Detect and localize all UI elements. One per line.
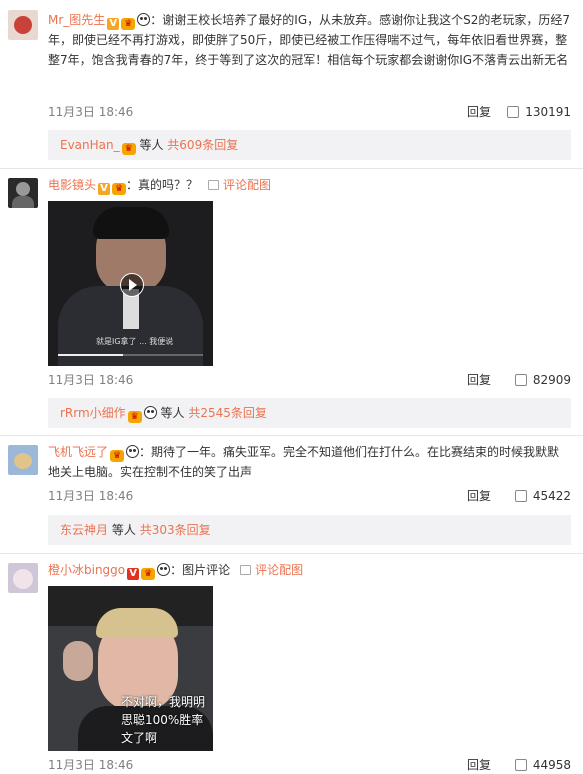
divider [0,435,583,436]
panda-icon [126,445,140,458]
reply-button[interactable]: 回复 [467,371,491,389]
verified-icon: V [107,18,120,30]
reply-button[interactable]: 回复 [467,103,491,121]
crown-icon: ♛ [121,143,136,155]
thumbs-up-icon [514,759,527,771]
reply-suffix: 等人 [111,523,136,537]
comment-username[interactable]: 电影镜头 [48,178,96,192]
reply-user[interactable]: rRrm小细作 [60,406,126,420]
verified-icon: V [127,568,140,580]
reply-count-link[interactable]: 共2545条回复 [188,406,267,420]
reply-preview[interactable]: rRrm小细作 ♛ 等人 共2545条回复 [48,398,571,428]
panda-icon [143,406,157,419]
thumbs-up-icon [507,106,520,118]
reply-preview[interactable]: EvanHan_ ♛ 等人 共609条回复 [48,130,571,160]
reply-button[interactable]: 回复 [467,487,491,505]
avatar[interactable] [8,563,38,593]
crown-icon: ♛ [127,411,142,423]
reply-user[interactable]: EvanHan_ [60,138,120,152]
divider [0,553,583,554]
avatar[interactable] [8,10,38,40]
crown-icon: ♛ [121,18,136,30]
video-thumbnail[interactable]: 就是IG拿了 ... 我便说 [48,201,213,366]
like-count: 82909 [532,373,571,387]
divider [0,168,583,169]
reply-button[interactable]: 回复 [467,756,491,774]
crown-icon: ♛ [112,183,127,195]
reply-suffix: 等人 [160,406,185,420]
thumbs-up-icon [514,374,527,386]
image-icon [208,180,220,190]
comment-pic-link[interactable]: 评论配图 [223,178,271,192]
reply-user[interactable]: 东云神月 [60,523,108,537]
comment-username[interactable]: 飞机飞远了 [48,445,108,459]
video-progress [58,354,203,356]
like-button[interactable]: 130191 [507,103,571,121]
reply-count-link[interactable]: 共303条回复 [140,523,211,537]
comment-time: 11月3日 18:46 [48,758,134,772]
reply-preview[interactable]: 东云神月 等人 共303条回复 [48,515,571,545]
comment-text: ：真的吗？？ [126,178,199,192]
avatar[interactable] [8,445,38,475]
comment-text: ：图片评论 [170,563,231,577]
meme-caption: 思聪100%胜率 [121,713,204,727]
play-icon[interactable] [119,272,144,297]
video-caption: 就是IG拿了 ... 我便说 [96,337,174,346]
like-button[interactable]: 82909 [514,371,571,389]
like-button[interactable]: 45422 [514,487,571,505]
crown-icon: ♛ [110,450,125,462]
comment-text: ：期待了一年。痛失亚军。完全不知道他们在打什么。在比赛结束的时候我默默地关上电脑… [48,445,560,479]
panda-icon [137,13,151,26]
like-count: 45422 [532,489,571,503]
panda-icon [157,563,171,576]
image-icon [240,565,252,575]
comment-time: 11月3日 18:46 [48,373,134,387]
thumbs-up-icon [514,490,527,502]
avatar[interactable] [8,178,38,208]
like-count: 130191 [525,105,571,119]
comment-username[interactable]: 橙小冰binggo [48,563,125,577]
like-count: 44958 [532,758,571,772]
meme-caption: 不对啊，我明明 [121,695,206,709]
comment-username[interactable]: Mr_图先生 [48,13,105,27]
reply-suffix: 等人 [139,138,164,152]
comment-image[interactable]: 不对啊，我明明 思聪100%胜率 文了啊 [48,586,213,751]
comment-time: 11月3日 18:46 [48,489,134,503]
comment-time: 11月3日 18:46 [48,105,134,119]
comment-pic-link[interactable]: 评论配图 [255,563,303,577]
crown-icon: ♛ [141,568,156,580]
meme-caption: 文了啊 [121,731,158,745]
like-button[interactable]: 44958 [514,756,571,774]
verified-icon: V [98,183,111,195]
reply-count-link[interactable]: 共609条回复 [167,138,238,152]
